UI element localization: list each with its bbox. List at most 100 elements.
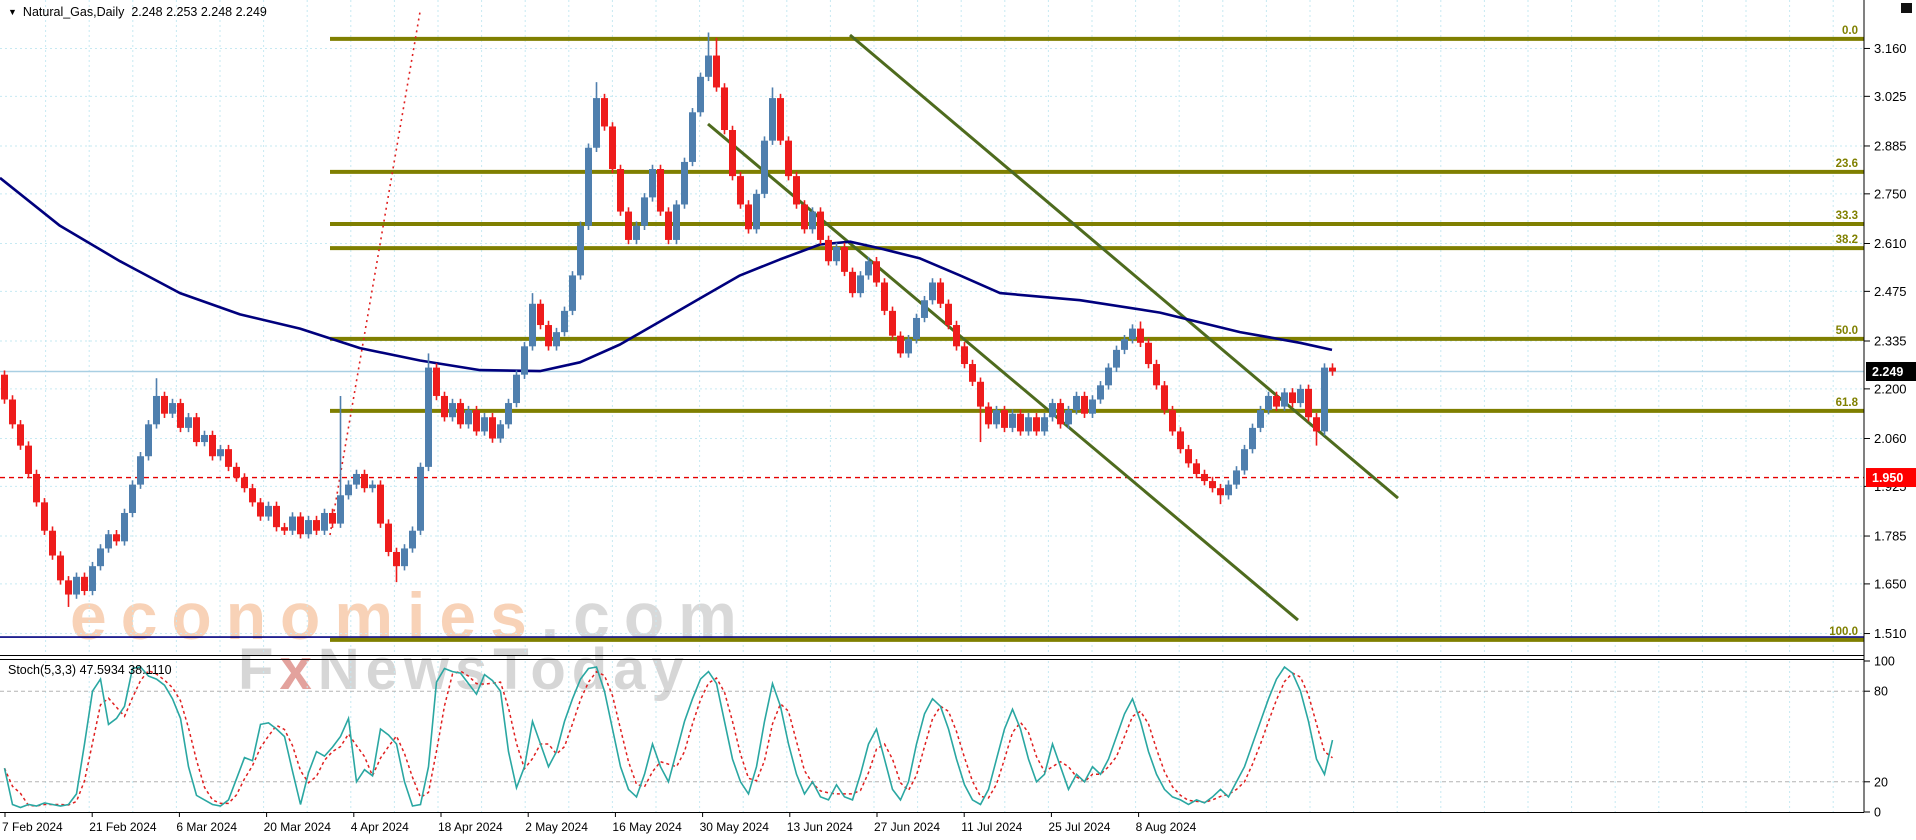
candle-down [65,580,72,595]
candle-up [993,410,1000,425]
candle-up [1321,367,1328,432]
candle-up [409,530,416,549]
stoch-gridlines [0,690,1864,783]
candle-up [185,417,192,428]
candle-up [697,76,704,113]
candle-down [257,502,264,517]
candle-down [1169,410,1176,432]
stochastic-label: Stoch(5,3,3) 47.5934 38.1110 [8,663,172,677]
candle-up [217,449,224,457]
candle-up [857,275,864,294]
candle-up [425,367,432,467]
candle-up [1265,395,1272,411]
candle-down [897,335,904,354]
candle-down [161,395,168,414]
candle-down [657,169,664,212]
price-tick-label: 1.650 [1874,576,1907,591]
candle-down [489,417,496,439]
stoch-tick-label: 80 [1874,685,1888,699]
candle-up [769,98,776,141]
candle-up [1257,410,1264,428]
candle-down [41,502,48,531]
candle-down [297,516,304,535]
candle-down [1017,413,1024,432]
stochastic-plot [3,665,1334,809]
stoch-tick-label: 0 [1874,806,1881,820]
candle-down [193,417,200,443]
candle-up [753,193,760,230]
candle-down [17,424,24,446]
candle-down [969,364,976,382]
candle-up [1233,470,1240,485]
date-tick-label: 16 May 2024 [612,820,682,834]
candle-up [921,300,928,318]
candle-up [833,247,840,262]
date-tick-label: 18 Apr 2024 [438,820,503,834]
candle-down [457,403,464,425]
candle-down [1209,481,1216,489]
price-tick-label: 2.885 [1874,138,1907,153]
symbol-ohlc-values: 2.248 2.253 2.248 2.249 [131,5,267,19]
fib-label-0.0: 0.0 [1842,25,1858,37]
price-tick-label: 1.785 [1874,529,1907,544]
candle-up [649,169,656,198]
candle-up [569,275,576,311]
candle-down [9,399,16,425]
candle-up [905,339,912,354]
candle-up [121,512,128,542]
date-tick-label: 21 Feb 2024 [89,820,157,834]
candle-down [25,445,32,474]
candle-up [641,197,648,226]
candle-up [929,282,936,301]
candle-down [1313,417,1320,432]
date-tick-label: 27 Jun 2024 [874,820,940,834]
candle-up [577,225,584,276]
candle-up [73,576,80,595]
price-tick-label: 2.200 [1874,381,1907,396]
date-tick-label: 6 Mar 2024 [176,820,237,834]
symbol-header: ▼ Natural_Gas,Daily 2.248 2.253 2.248 2.2… [8,5,267,19]
chart-canvas[interactable]: 3.160 3.025 2.885 2.750 2.610 2.475 2.335 2.200… [0,0,1916,840]
candle-down [1305,388,1312,418]
candle-down [729,130,736,177]
candle-down [1,374,8,400]
candle-up [1113,349,1120,368]
candle-down [225,449,232,467]
candle-up [673,204,680,240]
date-tick-label: 2 May 2024 [525,820,588,834]
fib-label-33.3: 33.3 [1836,210,1858,222]
candle-up [401,548,408,567]
candle-down [433,367,440,396]
fibonacci-levels[interactable] [330,36,1864,642]
candle-up [561,310,568,333]
candle-down [241,477,248,489]
candle-down [81,576,88,591]
candle-down [617,169,624,212]
candle-down [817,211,824,240]
candle-up [145,424,152,457]
candle-up [689,112,696,162]
candle-up [137,456,144,485]
candle-down [1329,367,1336,372]
symbol-title: Natural_Gas,Daily [22,5,125,19]
panel-borders [0,0,1865,813]
candle-down [377,484,384,524]
steep-dotted-trendline[interactable] [329,11,421,536]
candle-down [177,403,184,428]
candle-up [681,161,688,205]
candle-up [1041,417,1048,432]
candle-down [313,520,320,531]
fib-label-61.8: 61.8 [1836,397,1859,409]
date-tick-label: 7 Feb 2024 [2,820,63,834]
candle-down [785,140,792,177]
gridlines [0,0,1864,812]
candle-down [361,473,368,489]
candle-down [745,204,752,230]
candle-up [337,495,344,524]
candle-down [57,555,64,581]
candle-up [1009,413,1016,428]
candle-up [1297,388,1304,404]
candle-up [321,512,328,531]
symbol-dropdown-icon[interactable]: ▼ [8,7,17,17]
candle-down [1145,342,1152,365]
